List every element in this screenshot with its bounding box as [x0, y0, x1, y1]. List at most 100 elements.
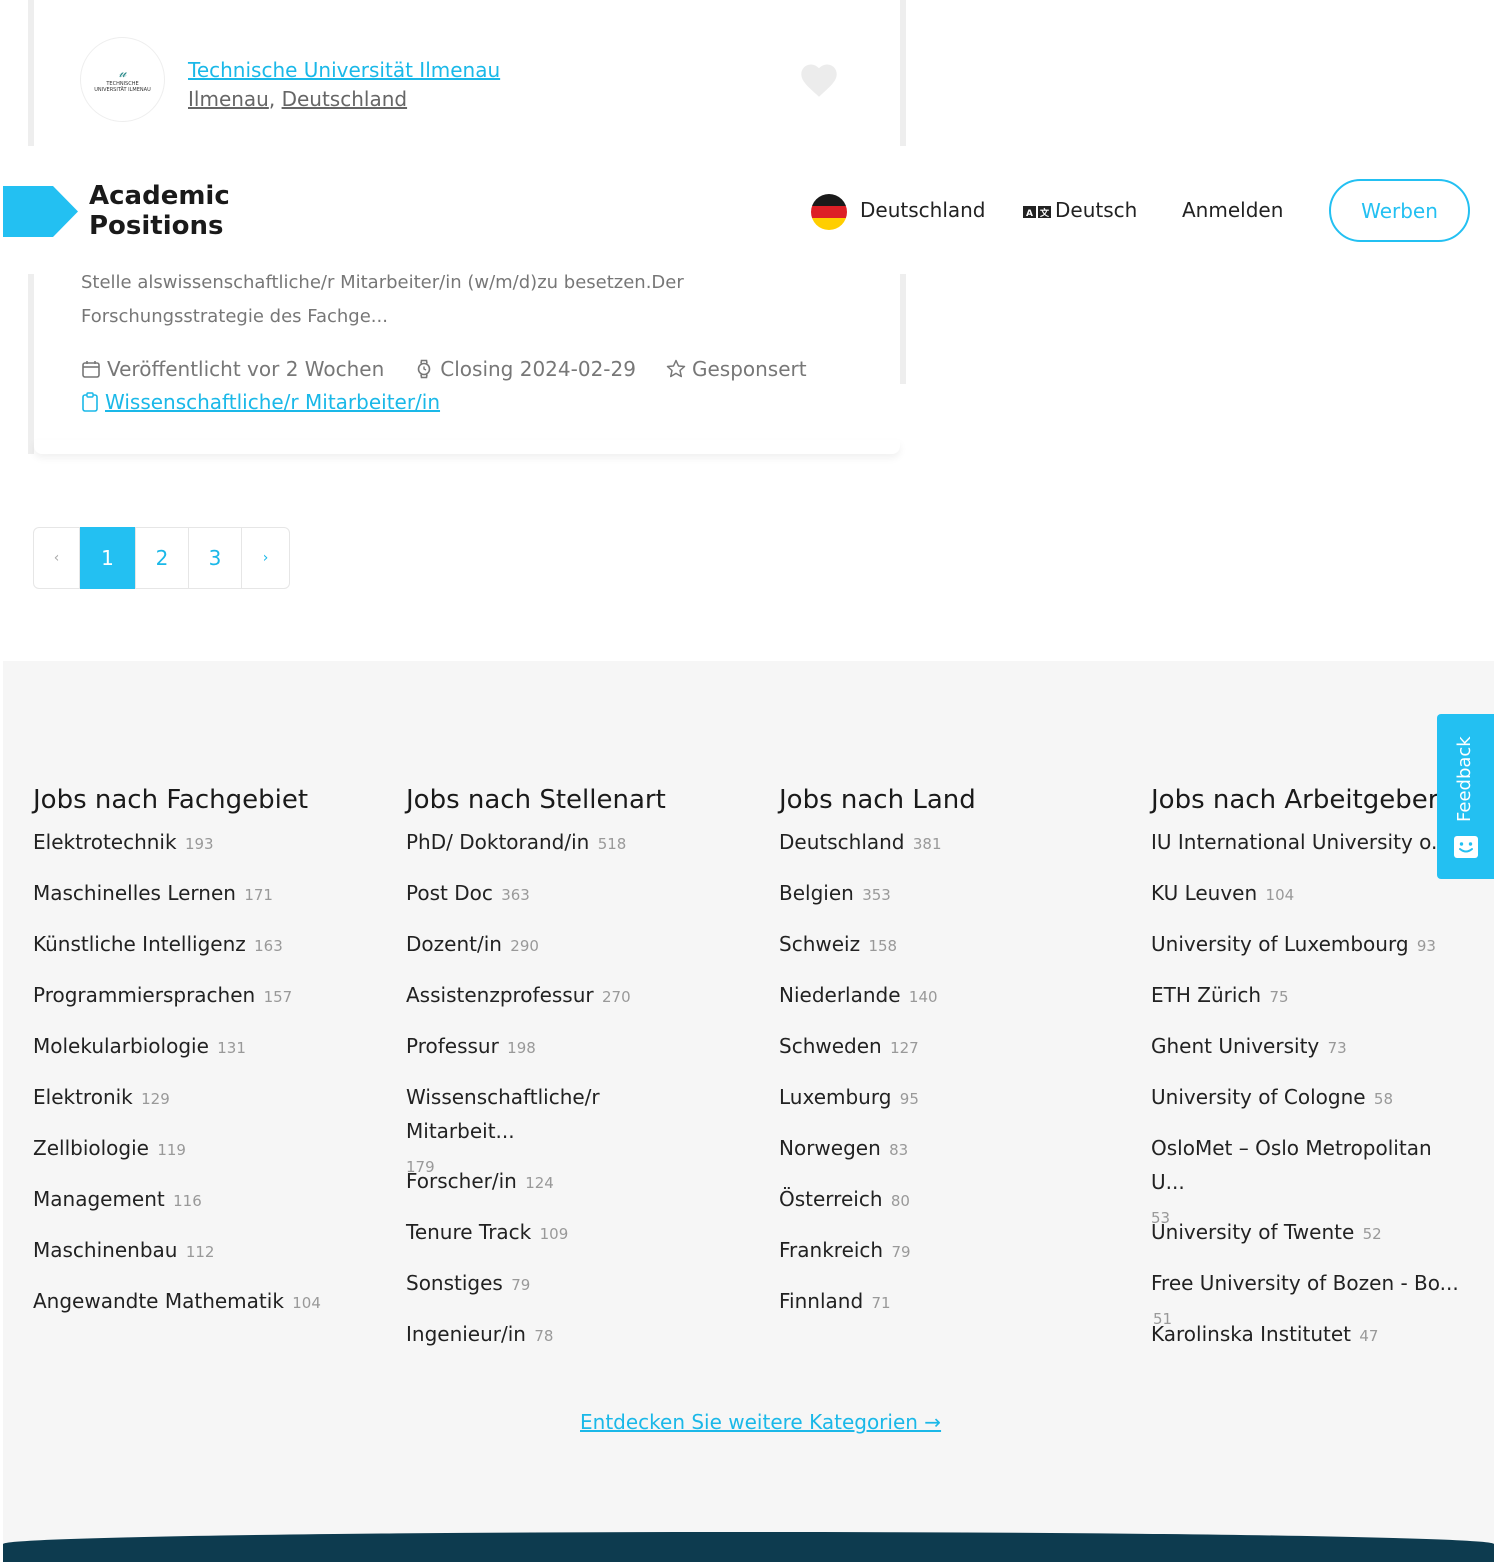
category-label: Elektronik	[33, 1085, 133, 1109]
category-item[interactable]: Finnland 71	[779, 1284, 1129, 1335]
explore-more-categories-link[interactable]: Entdecken Sie weitere Kategorien →	[580, 1410, 941, 1434]
category-label: Tenure Track	[406, 1220, 532, 1244]
sponsored-badge: Gesponsert	[666, 357, 807, 381]
category-item[interactable]: Molekularbiologie 131	[33, 1029, 383, 1080]
category-item[interactable]: Free University of Bozen - Bo... 51	[1151, 1266, 1471, 1328]
category-label: Angewandte Mathematik	[33, 1289, 284, 1313]
category-label: Forscher/in	[406, 1169, 517, 1193]
category-count: 163	[254, 937, 283, 955]
pagination-next-button[interactable]: ›	[242, 528, 289, 588]
brand-name[interactable]: Academic Positions	[89, 181, 230, 241]
category-item[interactable]: Niederlande 140	[779, 978, 1129, 1029]
brand-line-1: Academic	[89, 181, 230, 211]
svg-text:A: A	[1026, 209, 1033, 219]
job-card-shadow	[34, 440, 900, 454]
category-label: Luxemburg	[779, 1085, 892, 1109]
category-item[interactable]: Professur 198	[406, 1029, 706, 1080]
category-item[interactable]: Zellbiologie 119	[33, 1131, 383, 1182]
category-count: 363	[501, 886, 530, 904]
category-label: University of Twente	[1151, 1220, 1355, 1244]
category-item[interactable]: ETH Zürich 75	[1151, 978, 1471, 1029]
category-item[interactable]: Künstliche Intelligenz 163	[33, 927, 383, 978]
category-item[interactable]: Management 116	[33, 1182, 383, 1233]
category-item[interactable]: Sonstiges 79	[406, 1266, 706, 1317]
language-icon: A 文	[1023, 205, 1051, 219]
category-item[interactable]: OsloMet – Oslo Metropolitan U... 53	[1151, 1131, 1471, 1227]
category-count: 381	[912, 835, 942, 853]
category-item[interactable]: Forscher/in 124	[406, 1164, 706, 1215]
germany-flag-icon[interactable]	[811, 194, 847, 230]
category-item[interactable]: Wissenschaftliche/r Mitarbeit... 179	[406, 1080, 706, 1176]
category-item[interactable]: PhD/ Doktorand/in 518	[406, 825, 706, 876]
category-count: 157	[263, 988, 293, 1006]
category-item[interactable]: Post Doc 363	[406, 876, 706, 927]
closing-date: Closing 2024-02-29	[414, 357, 636, 381]
category-item[interactable]: IU International University o... 2	[1151, 825, 1471, 876]
category-label: Assistenzprofessur	[406, 983, 594, 1007]
category-item[interactable]: Dozent/in 290	[406, 927, 706, 978]
category-item[interactable]: Assistenzprofessur 270	[406, 978, 706, 1029]
category-label: OsloMet – Oslo Metropolitan U...	[1151, 1136, 1432, 1194]
pagination: ‹ 1 2 3 ›	[33, 527, 290, 589]
category-item[interactable]: Karolinska Institutet 47	[1151, 1317, 1471, 1368]
category-count: 47	[1359, 1327, 1379, 1345]
category-item[interactable]: Deutschland 381	[779, 825, 1129, 876]
employer-name-link[interactable]: Technische Universität Ilmenau	[188, 58, 500, 82]
category-item[interactable]: Elektronik 129	[33, 1080, 383, 1131]
category-count: 95	[899, 1090, 919, 1108]
login-link[interactable]: Anmelden	[1182, 198, 1283, 222]
category-label: Niederlande	[779, 983, 901, 1007]
category-count: 79	[511, 1276, 531, 1294]
category-item[interactable]: Frankreich 79	[779, 1233, 1129, 1284]
pagination-page-1[interactable]: 1	[80, 527, 136, 589]
category-item[interactable]: Schweiz 158	[779, 927, 1129, 978]
footer-column-country: Jobs nach Land Deutschland 381 Belgien 3…	[779, 783, 1129, 1335]
star-icon	[666, 359, 686, 378]
location-city-link[interactable]: Ilmenau	[188, 87, 269, 111]
category-item[interactable]: University of Twente 52	[1151, 1215, 1471, 1266]
category-count: 518	[597, 835, 627, 853]
category-item[interactable]: Angewandte Mathematik 104	[33, 1284, 383, 1335]
category-label: PhD/ Doktorand/in	[406, 830, 590, 854]
category-item[interactable]: KU Leuven 104	[1151, 876, 1471, 927]
published-date: Veröffentlicht vor 2 Wochen	[81, 357, 384, 381]
category-label: Programmiersprachen	[33, 983, 256, 1007]
advertise-button[interactable]: Werben	[1329, 179, 1470, 242]
category-item[interactable]: Norwegen 83	[779, 1131, 1129, 1182]
clipboard-icon	[82, 392, 98, 412]
pagination-page-3[interactable]: 3	[189, 528, 242, 588]
category-item[interactable]: University of Cologne 58	[1151, 1080, 1471, 1131]
category-item[interactable]: Luxemburg 95	[779, 1080, 1129, 1131]
category-item[interactable]: University of Luxembourg 93	[1151, 927, 1471, 978]
category-item[interactable]: Ghent University 73	[1151, 1029, 1471, 1080]
favorite-heart-icon[interactable]	[801, 64, 837, 98]
brand-logo-icon[interactable]	[3, 186, 78, 237]
category-item[interactable]: Tenure Track 109	[406, 1215, 706, 1266]
location-country-link[interactable]: Deutschland	[282, 87, 408, 111]
watch-icon	[417, 359, 431, 379]
category-count: 270	[601, 988, 631, 1006]
country-selector[interactable]: Deutschland	[860, 198, 986, 222]
category-label: Maschinenbau	[33, 1238, 178, 1262]
pagination-prev-button[interactable]: ‹	[34, 528, 80, 588]
excerpt-line-2: Forschungsstrategie des Fachge...	[81, 306, 388, 327]
language-selector[interactable]: A 文 Deutsch	[1023, 198, 1137, 222]
category-item[interactable]: Schweden 127	[779, 1029, 1129, 1080]
category-item[interactable]: Ingenieur/in 78	[406, 1317, 706, 1368]
category-item[interactable]: Elektrotechnik 193	[33, 825, 383, 876]
logo-mark-icon: 𝓊	[118, 65, 127, 81]
logo-text: TECHNISCHE UNIVERSITÄT ILMENAU	[94, 80, 151, 93]
category-item[interactable]: Programmiersprachen 157	[33, 978, 383, 1029]
category-item[interactable]: Maschinelles Lernen 171	[33, 876, 383, 927]
category-item[interactable]: Maschinenbau 112	[33, 1233, 383, 1284]
pagination-page-2[interactable]: 2	[136, 528, 189, 588]
category-count: 131	[217, 1039, 246, 1057]
category-item[interactable]: Belgien 353	[779, 876, 1129, 927]
category-item[interactable]: Österreich 80	[779, 1182, 1129, 1233]
category-count: 93	[1416, 937, 1436, 955]
language-label: Deutsch	[1055, 198, 1138, 222]
category-count: 198	[507, 1039, 536, 1057]
job-category-link[interactable]: Wissenschaftliche/r Mitarbeiter/in	[81, 390, 440, 414]
category-count: 104	[292, 1294, 321, 1312]
employer-logo[interactable]: 𝓊 TECHNISCHE UNIVERSITÄT ILMENAU	[80, 37, 165, 122]
